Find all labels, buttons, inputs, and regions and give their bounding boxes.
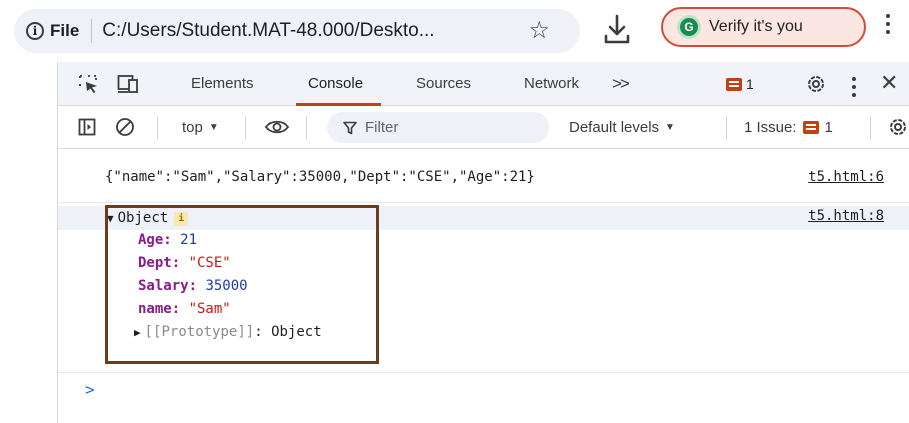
bookmark-star-icon[interactable]: ☆ (528, 17, 550, 45)
log-levels-dropdown[interactable]: Default levels ▼ (569, 106, 675, 149)
device-toolbar-icon[interactable] (117, 74, 139, 94)
source-link[interactable]: t5.html:6 (808, 169, 884, 185)
dropdown-caret-icon: ▼ (665, 122, 675, 133)
console-message: t5.html:8 ▼ Object i Age: 21 Dept: "CSE" S… (58, 203, 909, 373)
site-info-chip[interactable]: i File (26, 21, 79, 41)
message-icon (726, 77, 742, 91)
log-levels-label: Default levels (569, 119, 660, 136)
toolbar-divider (157, 116, 158, 140)
browser-toolbar: i File C:/Users/Student.MAT-48.000/Deskt… (0, 0, 909, 62)
live-expression-eye-icon[interactable] (264, 118, 290, 136)
close-devtools-icon[interactable]: ✕ (880, 69, 898, 97)
devtools-tabbar: Elements Console Sources Network >> 1 ✕ (58, 62, 909, 106)
tab-network[interactable]: Network (524, 62, 579, 106)
url-text[interactable]: C:/Users/Student.MAT-48.000/Deskto... (102, 20, 434, 42)
omnibox-divider (91, 19, 93, 43)
issues-label: 1 Issue: (744, 119, 797, 136)
omnibox[interactable]: i File C:/Users/Student.MAT-48.000/Deskt… (14, 9, 580, 53)
console-message: {"name":"Sam","Salary":35000,"Dept":"CSE… (58, 149, 909, 203)
context-label: top (182, 119, 203, 136)
filter-input[interactable]: Filter (327, 112, 549, 143)
toolbar-divider (870, 116, 871, 140)
settings-gear-icon[interactable] (804, 72, 828, 96)
file-label: File (50, 21, 80, 40)
inspect-element-icon[interactable] (78, 74, 100, 94)
source-link[interactable]: t5.html:8 (808, 208, 884, 224)
console-prompt[interactable]: > (85, 380, 95, 399)
browser-menu-icon[interactable] (885, 14, 891, 40)
tab-console[interactable]: Console (308, 62, 363, 106)
filter-funnel-icon (343, 121, 357, 134)
devtools-menu-icon[interactable] (851, 77, 857, 97)
clear-console-icon[interactable] (115, 117, 135, 137)
verify-label: Verify it's you (709, 18, 803, 35)
console-settings-gear-icon[interactable] (886, 115, 909, 139)
more-tabs-chevron-icon[interactable]: >> (612, 62, 630, 106)
message-count: 1 (746, 76, 754, 92)
info-icon: i (26, 22, 44, 40)
json-string-output: {"name":"Sam","Salary":35000,"Dept":"CSE… (105, 169, 535, 185)
sidebar-toggle-icon[interactable] (78, 118, 96, 136)
verify-identity-button[interactable]: G Verify it's you (661, 7, 866, 47)
toolbar-divider (726, 116, 727, 140)
messages-badge[interactable]: 1 (726, 76, 754, 92)
tab-sources[interactable]: Sources (416, 62, 471, 106)
toolbar-divider (245, 116, 246, 140)
tab-elements[interactable]: Elements (191, 62, 254, 106)
dropdown-caret-icon: ▼ (208, 122, 219, 133)
devtools-panel: Elements Console Sources Network >> 1 ✕ (57, 62, 909, 423)
filter-placeholder: Filter (365, 119, 399, 136)
issues-count: 1 (824, 119, 833, 136)
context-selector[interactable]: top ▼ (182, 106, 219, 149)
console-toolbar: top ▼ Filter Default levels ▼ 1 Issue: 1 (58, 106, 909, 149)
issues-button[interactable]: 1 Issue: 1 (744, 106, 833, 149)
toolbar-divider (306, 116, 307, 140)
profile-avatar: G (677, 15, 701, 39)
issue-message-icon (802, 121, 819, 134)
download-icon[interactable] (602, 14, 632, 48)
object-highlight-box (105, 205, 379, 364)
